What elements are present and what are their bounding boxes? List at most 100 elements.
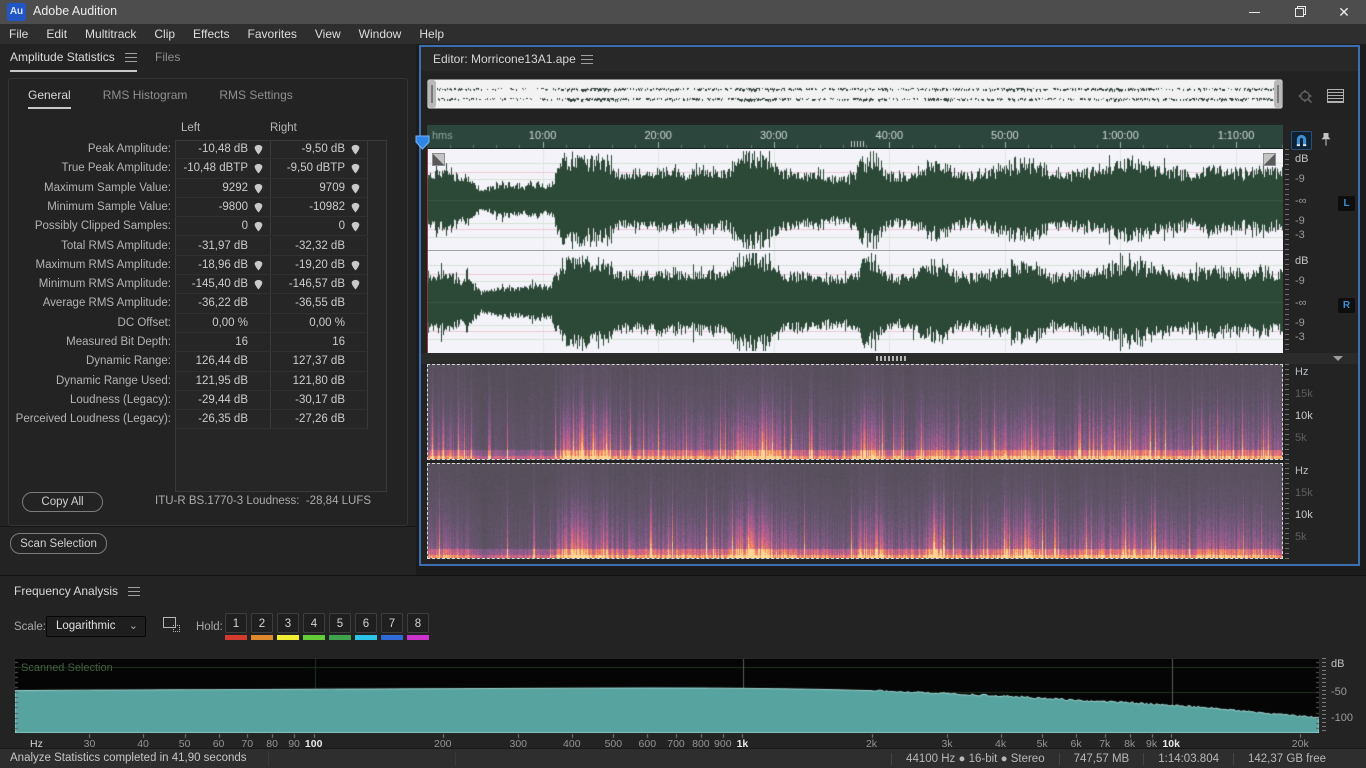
- stat-value-left: 126,44 dB: [175, 352, 271, 372]
- scale-dropdown[interactable]: Logarithmic ⌄: [46, 616, 146, 637]
- hold-button[interactable]: 1: [225, 613, 247, 640]
- editor-panel-menu-icon[interactable]: [581, 55, 593, 64]
- stat-value-right: 9709: [272, 178, 368, 198]
- hold-button[interactable]: 8: [407, 613, 429, 640]
- panel-tab-strip: Amplitude Statistics Files: [0, 44, 416, 72]
- db-scale-label: -9: [1295, 215, 1305, 227]
- marker-pin-icon: [254, 260, 263, 271]
- stat-value-right: -9,50 dB: [272, 140, 368, 160]
- marker-pin-icon: [351, 202, 360, 213]
- table-row: Possibly Clipped Samples: 0 0: [0, 217, 400, 237]
- menu-bar: File Edit Multitrack Clip Effects Favorites Vi…: [0, 24, 1366, 44]
- pin-tool-icon[interactable]: [1319, 132, 1333, 148]
- hold-button[interactable]: 5: [329, 613, 351, 640]
- hold-button[interactable]: 6: [355, 613, 377, 640]
- overview-navigator[interactable]: [427, 79, 1283, 109]
- subtab-general[interactable]: General: [28, 88, 71, 109]
- waveform-right-channel[interactable]: [427, 251, 1283, 353]
- snap-toggle[interactable]: [1291, 131, 1312, 150]
- table-row: Dynamic Range Used: 121,95 dB 121,80 dB: [0, 371, 400, 391]
- menu-item[interactable]: Edit: [37, 24, 76, 44]
- hold-color-swatch: [407, 635, 429, 640]
- navigator-right-handle[interactable]: [1274, 80, 1282, 108]
- subtab-rms-histogram[interactable]: RMS Histogram: [103, 88, 188, 109]
- minimize-button[interactable]: [1232, 0, 1276, 24]
- zoom-navigator-icon[interactable]: [1297, 89, 1315, 105]
- stat-label: Peak Amplitude:: [87, 143, 171, 155]
- frequency-controls: Scale: Logarithmic ⌄ Hold: 1 2 3 4 5 6 7…: [0, 613, 1366, 647]
- menu-item[interactable]: Clip: [145, 24, 184, 44]
- amplitude-statistics-panel: Amplitude Statistics Files General RMS H…: [0, 44, 416, 575]
- stat-value-right: -19,20 dB: [272, 255, 368, 276]
- db-axis-unit: dB: [1331, 658, 1345, 670]
- menu-item[interactable]: View: [306, 24, 350, 44]
- tab-files[interactable]: Files: [155, 50, 180, 64]
- fade-in-handle[interactable]: [432, 153, 445, 166]
- stat-label: Maximum Sample Value:: [44, 181, 171, 194]
- hold-button[interactable]: 7: [381, 613, 403, 640]
- menu-item[interactable]: File: [0, 24, 37, 44]
- amplitude-scale[interactable]: L R dB -9 -∞ -9 -3 dB -9 -∞ -9 -3: [1285, 149, 1358, 353]
- scan-selection-button[interactable]: Scan Selection: [10, 533, 107, 554]
- stat-value-left: -36,22 dB: [175, 294, 271, 314]
- scanned-selection-note: Scanned Selection: [21, 662, 113, 674]
- menu-item[interactable]: Help: [410, 24, 453, 44]
- right-channel-badge[interactable]: R: [1338, 298, 1355, 313]
- stat-value-right: -32,32 dB: [272, 236, 368, 256]
- frequency-panel-menu-icon[interactable]: [128, 587, 140, 596]
- menu-item[interactable]: Window: [350, 24, 411, 44]
- stat-label: Minimum Sample Value:: [47, 200, 171, 213]
- marker-pin-icon: [254, 222, 263, 232]
- stat-label: Perceived Loudness (Legacy):: [15, 413, 171, 426]
- timeline-ruler[interactable]: [427, 125, 1283, 149]
- copy-all-button[interactable]: Copy All: [22, 492, 103, 512]
- stat-value-left: -29,44 dB: [175, 390, 271, 411]
- hz-scale-label: 10k: [1295, 410, 1313, 422]
- marker-pin-icon: [351, 279, 360, 290]
- scale-collapse-arrow[interactable]: [1333, 356, 1343, 361]
- status-separator: [150, 753, 151, 766]
- spectral-display-left[interactable]: [427, 364, 1283, 460]
- left-channel-badge[interactable]: L: [1338, 196, 1355, 211]
- hold-button[interactable]: 3: [277, 613, 299, 640]
- db-scale-label: dB: [1295, 153, 1309, 165]
- display-splitter[interactable]: [421, 353, 1358, 364]
- fade-out-handle[interactable]: [1263, 153, 1276, 166]
- stat-label: True Peak Amplitude:: [61, 162, 171, 175]
- spectrogram-right-channel[interactable]: [428, 464, 1282, 558]
- stat-value-left: -145,40 dB: [175, 275, 271, 295]
- statistics-table-header: Left Right: [0, 122, 400, 140]
- close-button[interactable]: ✕: [1322, 0, 1366, 24]
- navigator-left-handle[interactable]: [428, 80, 436, 108]
- frequency-chart[interactable]: Scanned Selection: [14, 658, 1320, 734]
- frequency-scale-right[interactable]: Hz 15k 10k 5k: [1285, 463, 1358, 559]
- playhead-marker[interactable]: [415, 135, 430, 150]
- frequency-curve[interactable]: [15, 659, 1319, 733]
- overview-waveform[interactable]: [437, 80, 1275, 108]
- stat-value-right: -36,55 dB: [272, 294, 368, 314]
- menu-item[interactable]: Favorites: [239, 24, 306, 44]
- spectral-display-right[interactable]: [427, 463, 1283, 559]
- hold-button[interactable]: 4: [303, 613, 325, 640]
- menu-item[interactable]: Multitrack: [76, 24, 145, 44]
- stat-label: Loudness (Legacy):: [69, 393, 171, 406]
- panel-menu-icon[interactable]: [124, 53, 137, 63]
- tab-amplitude-statistics[interactable]: Amplitude Statistics: [10, 50, 137, 72]
- waveform-left-channel[interactable]: [427, 149, 1283, 251]
- menu-item[interactable]: Effects: [184, 24, 238, 44]
- waveform-display[interactable]: [427, 149, 1283, 353]
- hold-button[interactable]: 2: [251, 613, 273, 640]
- panel-divider: [0, 526, 416, 527]
- copy-graph-icon[interactable]: [163, 617, 180, 632]
- marker-pin-icon: [254, 183, 263, 194]
- subtab-rms-settings[interactable]: RMS Settings: [219, 88, 292, 109]
- hold-buttons: 1 2 3 4 5 6 7 8: [225, 613, 429, 640]
- splitter-grip[interactable]: [876, 356, 906, 361]
- restore-button[interactable]: [1277, 0, 1321, 24]
- stat-label: Possibly Clipped Samples:: [34, 220, 171, 233]
- frequency-scale-left[interactable]: Hz 15k 10k 5k: [1285, 364, 1358, 460]
- status-message: Analyze Statistics completed in 41,90 se…: [10, 752, 247, 764]
- spectrogram-left-channel[interactable]: [428, 365, 1282, 459]
- display-mode-menu-icon[interactable]: [1327, 89, 1344, 103]
- db-axis-tick: -100: [1331, 712, 1354, 724]
